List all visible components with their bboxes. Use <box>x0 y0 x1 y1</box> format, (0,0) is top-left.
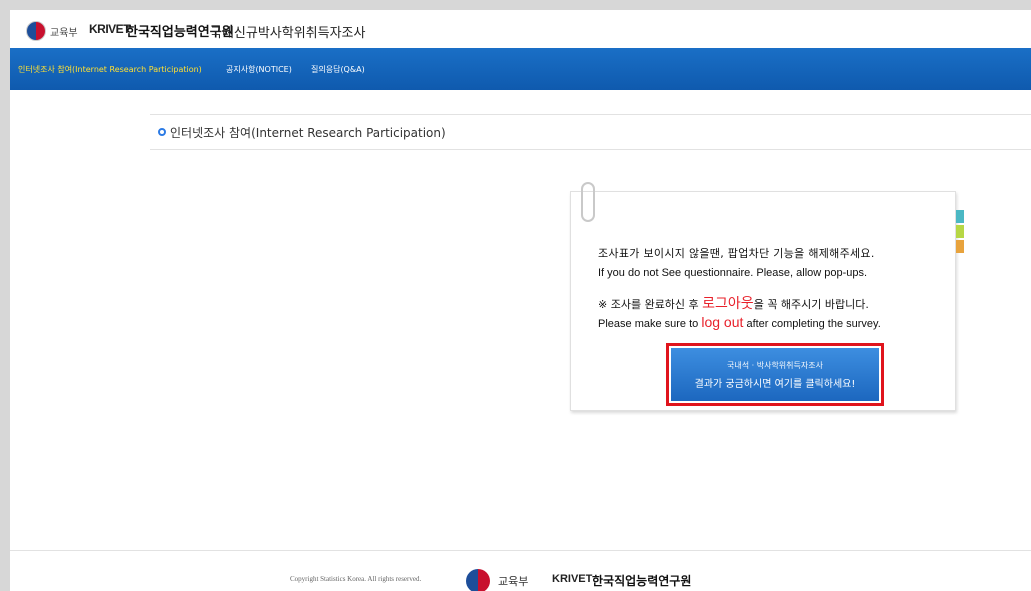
nav-item-notice[interactable]: 공지사항(NOTICE) <box>226 64 292 75</box>
popup-notice-korean: 조사표가 보이시지 않을땐, 팝업차단 기능을 해제해주세요. <box>598 247 875 260</box>
paperclip-icon <box>581 182 595 222</box>
browser-window: 교육부 KRIVET 한국직업능력연구원 국내신규박사학위취득자조사 인터넷조사… <box>10 10 1031 591</box>
logout-notice-korean: ※ 조사를 완료하신 후 로그아웃을 꼭 해주시기 바랍니다. <box>598 293 869 313</box>
copyright-text: Copyright Statistics Korea. All rights r… <box>290 575 422 583</box>
footer-krivet-logo: KRIVET <box>552 573 593 585</box>
tab-marker-teal <box>956 210 964 223</box>
logout-highlight-english: log out <box>701 314 744 330</box>
footer-ministry-logo-icon <box>466 569 490 591</box>
logout-notice-korean-suffix: 을 꼭 해주시기 바랍니다. <box>753 298 869 311</box>
site-header: 교육부 KRIVET 한국직업능력연구원 국내신규박사학위취득자조사 <box>10 10 1031 48</box>
page-title-bar: 인터넷조사 참여(Internet Research Participation… <box>150 114 1031 150</box>
notice-card: 조사표가 보이시지 않을땐, 팝업차단 기능을 해제해주세요. If you d… <box>570 182 964 411</box>
logout-notice-korean-prefix: ※ 조사를 완료하신 후 <box>598 298 703 311</box>
nav-item-qna[interactable]: 질의응답(Q&A) <box>311 64 365 75</box>
site-title: 국내신규박사학위취득자조사 <box>210 26 366 41</box>
logout-notice-english-suffix: after completing the survey. <box>743 318 881 330</box>
results-button-subtitle: 국내석 · 박사학위취득자조사 <box>727 360 823 370</box>
popup-notice-english: If you do not See questionnaire. Please,… <box>598 267 868 279</box>
tab-marker-orange <box>956 240 964 253</box>
logout-notice-english: Please make sure to log out after comple… <box>598 314 881 330</box>
page-title: 인터넷조사 참여(Internet Research Participation… <box>170 125 446 140</box>
bullet-circle-icon <box>158 128 166 136</box>
tab-marker-green <box>956 225 964 238</box>
ministry-label: 교육부 <box>50 28 78 39</box>
footer-krivet-korean-name: 한국직업능력연구원 <box>592 574 692 588</box>
results-button-highlight: 국내석 · 박사학위취득자조사 결과가 궁금하시면 여기를 클릭하세요! <box>666 343 884 406</box>
footer-ministry-label: 교육부 <box>498 575 529 588</box>
logout-notice-english-prefix: Please make sure to <box>598 318 702 330</box>
site-footer: Copyright Statistics Korea. All rights r… <box>10 550 1031 591</box>
krivet-logo[interactable]: KRIVET <box>89 22 131 36</box>
nav-item-internet-research[interactable]: 인터넷조사 참여(Internet Research Participation… <box>18 64 202 75</box>
logout-highlight-korean: 로그아웃 <box>702 296 754 312</box>
results-button-label: 결과가 궁금하시면 여기를 클릭하세요! <box>694 378 856 390</box>
main-nav: 인터넷조사 참여(Internet Research Participation… <box>10 48 1031 90</box>
ministry-logo-icon[interactable] <box>26 21 46 41</box>
view-results-button[interactable]: 국내석 · 박사학위취득자조사 결과가 궁금하시면 여기를 클릭하세요! <box>671 348 879 401</box>
